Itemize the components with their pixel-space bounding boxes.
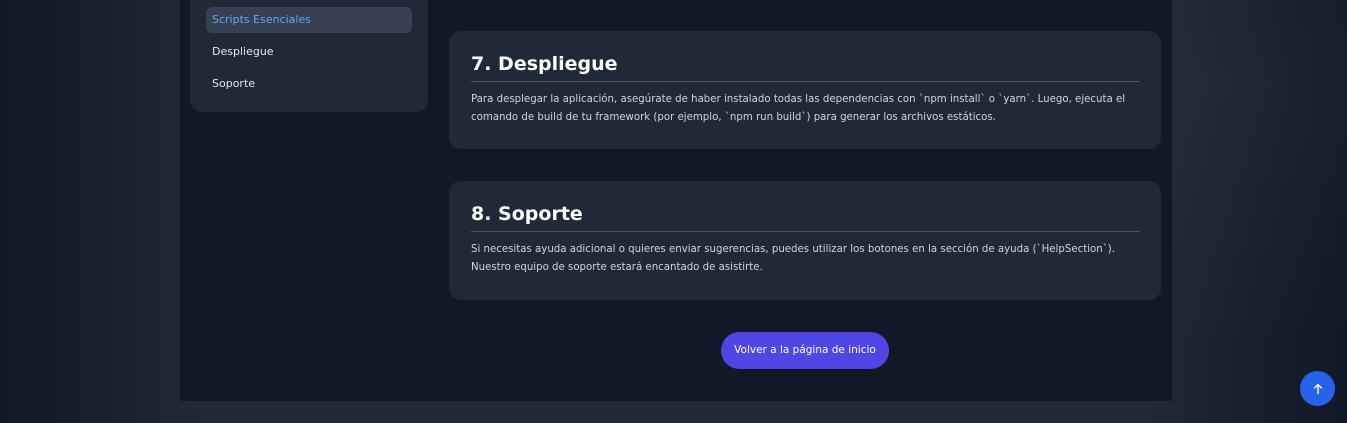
sidebar-nav: Scripts Esenciales Despliegue Soporte (190, 0, 428, 112)
sidebar-item-label: Despliegue (212, 45, 274, 58)
sidebar-item-soporte[interactable]: Soporte (206, 71, 412, 97)
sidebar-item-despliegue[interactable]: Despliegue (206, 39, 412, 65)
back-to-home-button[interactable]: Volver a la página de inicio (721, 332, 889, 369)
section-title: 7. Despliegue (471, 51, 1139, 82)
section-card-despliegue: 7. Despliegue Para desplegar la aplicaci… (449, 31, 1161, 149)
section-title: 8. Soporte (471, 201, 1139, 232)
section-body: Si necesitas ayuda adicional o quieres e… (471, 244, 1116, 273)
scroll-to-top-button[interactable] (1300, 371, 1335, 406)
sidebar-item-label: Scripts Esenciales (212, 13, 311, 26)
section-card-soporte: 8. Soporte Si necesitas ayuda adicional … (449, 181, 1161, 300)
sidebar-item-label: Soporte (212, 77, 256, 90)
arrow-up-icon (1313, 383, 1322, 394)
section-body: Para desplegar la aplicación, asegúrate … (471, 94, 1126, 123)
sidebar-item-scripts-esenciales[interactable]: Scripts Esenciales (206, 7, 412, 33)
